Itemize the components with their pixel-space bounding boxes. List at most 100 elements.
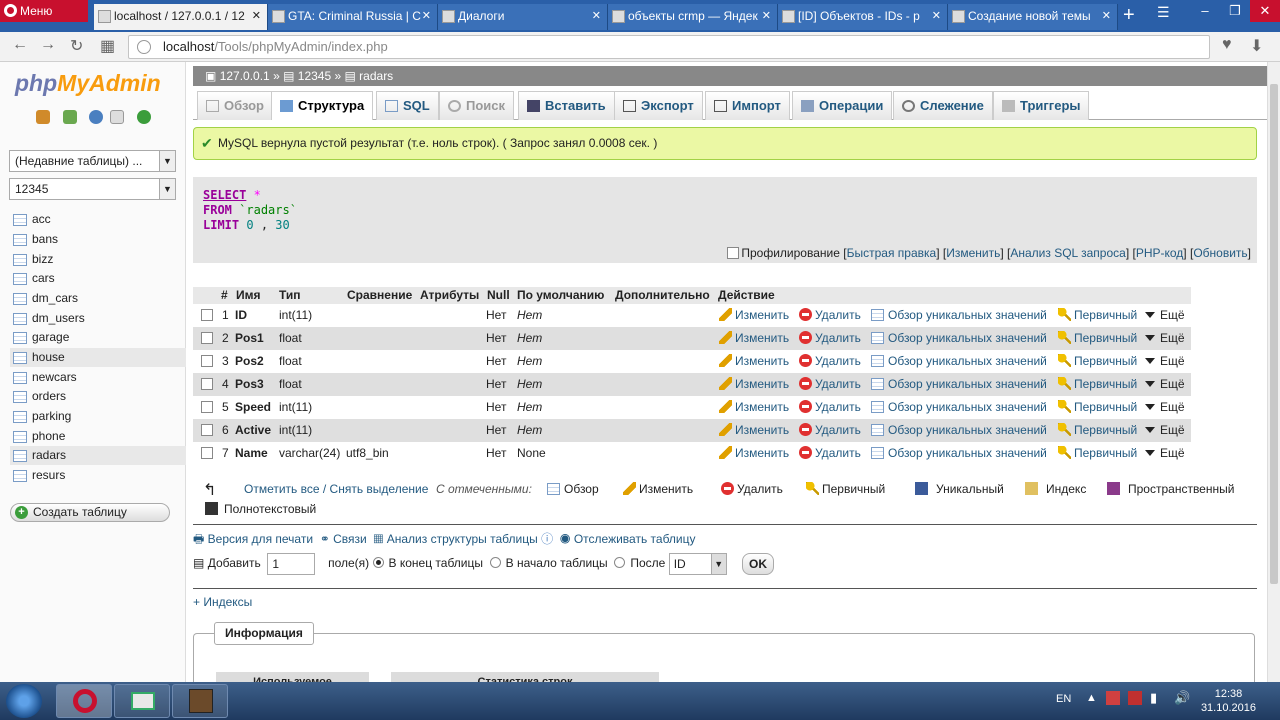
edit-action[interactable]: Изменить (719, 304, 789, 327)
scrollbar-thumb[interactable] (1270, 84, 1278, 584)
sidebar-table-dm-users[interactable]: dm_users (10, 309, 186, 328)
page-info-icon[interactable] (137, 40, 151, 54)
sidebar-table-bizz[interactable]: bizz (10, 250, 186, 269)
bookmark-heart-icon[interactable]: ♥ (1222, 36, 1232, 54)
after-field-select[interactable]: ID ▼ (668, 553, 727, 575)
sidebar-table-acc[interactable]: acc (10, 210, 186, 229)
tab-triggers[interactable]: Триггеры (993, 91, 1090, 120)
browser-tab[interactable]: GTA: Criminal Russia | C ✕ (268, 4, 438, 30)
more-action[interactable]: Ещё (1145, 442, 1185, 465)
edit-action[interactable]: Изменить (719, 442, 789, 465)
column-count-input[interactable]: 1 (267, 553, 316, 575)
database-select[interactable]: 12345 ▼ (9, 178, 176, 200)
analyze-query-link[interactable]: Анализ SQL запроса (1010, 246, 1125, 260)
sidebar-table-newcars[interactable]: newcars (10, 368, 186, 387)
back-icon[interactable]: ← (12, 36, 28, 54)
tab-search[interactable]: Поиск (439, 91, 515, 120)
sidebar-table-bans[interactable]: bans (10, 230, 186, 249)
url-field[interactable]: localhost/Tools/phpMyAdmin/index.php (128, 35, 1210, 59)
sidebar-table-cars[interactable]: cars (10, 269, 186, 288)
docs-icon[interactable] (110, 110, 124, 124)
bulk-primary-button[interactable]: Первичный (806, 482, 885, 496)
delete-action[interactable]: Удалить (799, 442, 861, 465)
row-checkbox[interactable] (201, 401, 213, 413)
distinct-values-action[interactable]: Обзор уникальных значений (871, 419, 1047, 442)
row-checkbox[interactable] (201, 378, 213, 390)
taskbar-explorer[interactable] (114, 684, 170, 718)
distinct-values-action[interactable]: Обзор уникальных значений (871, 373, 1047, 396)
tab-structure[interactable]: Структура (271, 91, 374, 120)
indexes-toggle[interactable]: + Индексы (193, 595, 252, 609)
sidebar-table-phone[interactable]: phone (10, 427, 186, 446)
tab-menu-icon[interactable]: ☰ (1157, 4, 1170, 21)
tab-close-icon[interactable]: ✕ (1102, 4, 1111, 28)
check-all-link[interactable]: Отметить все / Снять выделение (244, 482, 428, 496)
sidebar-table-resurs[interactable]: resurs (10, 466, 186, 485)
phpmyadmin-logo[interactable]: phpMyAdmin (15, 70, 161, 97)
tab-export[interactable]: Экспорт (614, 91, 703, 120)
create-table-button[interactable]: + Создать таблицу (10, 503, 170, 522)
browser-tab[interactable]: Диалоги ✕ (438, 4, 608, 30)
row-checkbox[interactable] (201, 332, 213, 344)
distinct-values-action[interactable]: Обзор уникальных значений (871, 442, 1047, 465)
edit-action[interactable]: Изменить (719, 396, 789, 419)
browser-tab[interactable]: объекты crmp — Яндек ✕ (608, 4, 778, 30)
breadcrumb-table[interactable]: radars (359, 69, 393, 83)
profiling-checkbox[interactable] (727, 247, 740, 259)
language-indicator[interactable]: EN (1056, 693, 1071, 705)
tray-expand-icon[interactable]: ▲ (1086, 692, 1097, 704)
taskbar-opera[interactable] (56, 684, 112, 718)
bulk-edit-button[interactable]: Изменить (623, 482, 693, 496)
help-icon[interactable] (89, 110, 103, 124)
page-scrollbar[interactable] (1267, 62, 1280, 682)
distinct-values-action[interactable]: Обзор уникальных значений (871, 327, 1047, 350)
refresh-link[interactable]: Обновить (1193, 246, 1247, 260)
header-collation[interactable]: Сравнение (347, 287, 412, 304)
tab-tracking[interactable]: Слежение (893, 91, 993, 120)
distinct-values-action[interactable]: Обзор уникальных значений (871, 396, 1047, 419)
tray-security-icon[interactable] (1128, 691, 1142, 705)
edit-action[interactable]: Изменить (719, 373, 789, 396)
maximize-button[interactable]: ❐ (1220, 0, 1250, 22)
download-icon[interactable]: ⬇ (1250, 36, 1263, 56)
delete-action[interactable]: Удалить (799, 373, 861, 396)
tab-sql[interactable]: SQL (376, 91, 439, 120)
tab-close-icon[interactable]: ✕ (422, 4, 431, 28)
delete-action[interactable]: Удалить (799, 396, 861, 419)
breadcrumb-server[interactable]: 127.0.0.1 (220, 69, 270, 83)
sidebar-table-parking[interactable]: parking (10, 407, 186, 426)
more-action[interactable]: Ещё (1145, 327, 1185, 350)
primary-action[interactable]: Первичный (1058, 304, 1137, 327)
close-window-button[interactable]: ✕ (1250, 0, 1280, 22)
bulk-spatial-button[interactable]: Пространственный (1107, 482, 1234, 496)
header-type[interactable]: Тип (279, 287, 301, 304)
start-button[interactable] (6, 684, 42, 718)
sidebar-table-radars[interactable]: radars (10, 446, 186, 465)
edit-action[interactable]: Изменить (719, 327, 789, 350)
after-radio[interactable] (614, 557, 626, 569)
ok-button[interactable]: OK (742, 553, 775, 575)
recent-tables-select[interactable]: (Недавние таблицы) ... ▼ (9, 150, 176, 172)
primary-action[interactable]: Первичный (1058, 442, 1137, 465)
track-table-link[interactable]: ◉ Отслеживать таблицу (560, 532, 696, 546)
bulk-delete-button[interactable]: Удалить (721, 482, 783, 496)
primary-action[interactable]: Первичный (1058, 373, 1137, 396)
delete-action[interactable]: Удалить (799, 419, 861, 442)
header-extra[interactable]: Дополнительно (615, 287, 710, 304)
sidebar-table-orders[interactable]: orders (10, 387, 186, 406)
home-icon[interactable] (36, 110, 50, 124)
delete-action[interactable]: Удалить (799, 327, 861, 350)
reload-icon[interactable]: ↻ (70, 36, 83, 56)
header-default[interactable]: По умолчанию (517, 287, 604, 304)
print-link[interactable]: 🖶 Версия для печати (193, 532, 313, 546)
tray-app-icon[interactable] (1106, 691, 1120, 705)
relations-link[interactable]: ⚭ Связи (320, 532, 367, 546)
at-end-radio[interactable] (372, 557, 384, 569)
primary-action[interactable]: Первичный (1058, 419, 1137, 442)
more-action[interactable]: Ещё (1145, 419, 1185, 442)
php-code-link[interactable]: PHP-код (1136, 246, 1183, 260)
volume-icon[interactable]: 🔊 (1174, 690, 1190, 706)
row-checkbox[interactable] (201, 447, 213, 459)
sidebar-table-dm-cars[interactable]: dm_cars (10, 289, 186, 308)
quick-edit-link[interactable]: Быстрая правка (847, 246, 937, 260)
